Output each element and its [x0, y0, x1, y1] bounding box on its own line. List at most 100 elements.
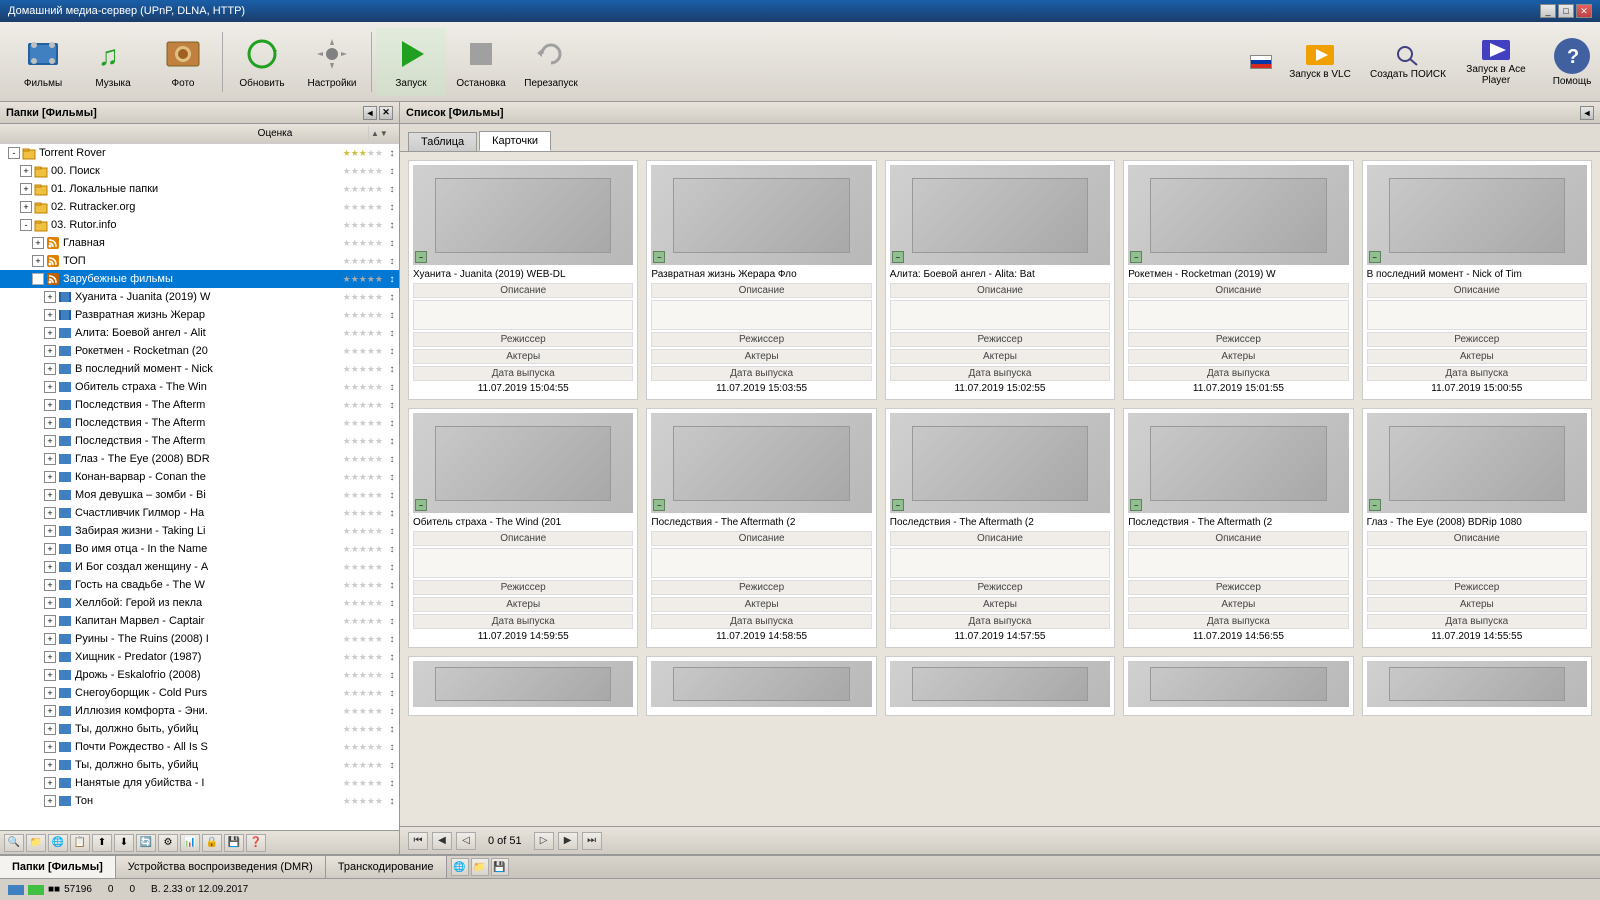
card-13-partial[interactable] — [885, 656, 1115, 716]
tree-item-hired[interactable]: + Нанятые для убийства - I ★★★★★ ↕ — [0, 774, 399, 792]
expand-eskalofrio[interactable]: + — [44, 669, 56, 681]
update-button[interactable]: Обновить — [227, 28, 297, 96]
tree-item-christmas[interactable]: + Почти Рождество - All Is S ★★★★★ ↕ — [0, 738, 399, 756]
create-search-button[interactable]: Создать ПОИСК — [1368, 43, 1448, 80]
toolbar-btn-7[interactable]: 🔄 — [136, 834, 156, 852]
expand-wind[interactable]: + — [44, 381, 56, 393]
expand-torrent-rover[interactable]: - — [8, 147, 20, 159]
bottom-icon-3[interactable]: 💾 — [491, 858, 509, 876]
tree-item-hellboy[interactable]: + Хеллбой: Герой из пекла ★★★★★ ↕ — [0, 594, 399, 612]
card-2[interactable]: − Развратная жизнь Жерара Фло Описание Р… — [646, 160, 876, 400]
page-prev-button[interactable]: ◀ — [432, 832, 452, 850]
toolbar-btn-8[interactable]: ⚙ — [158, 834, 178, 852]
tree-item-wedding[interactable]: + Гость на свадьбе - The W ★★★★★ ↕ — [0, 576, 399, 594]
expand-gilmore[interactable]: + — [44, 507, 56, 519]
toolbar-btn-4[interactable]: 📋 — [70, 834, 90, 852]
toolbar-btn-6[interactable]: ⬇ — [114, 834, 134, 852]
ace-player-button[interactable]: Запуск в Ace Player — [1456, 38, 1536, 86]
bottom-icon-2[interactable]: 📁 — [471, 858, 489, 876]
language-flag[interactable] — [1250, 55, 1272, 69]
toolbar-btn-1[interactable]: 🔍 — [4, 834, 24, 852]
card-6[interactable]: − Обитель страха - The Wind (201 Описани… — [408, 408, 638, 648]
page-next-button[interactable]: ▶ — [558, 832, 578, 850]
expand-lastmoment[interactable]: + — [44, 363, 56, 375]
expand-wedding[interactable]: + — [44, 579, 56, 591]
tree-item-aftermath1[interactable]: + Последствия - The Afterm ★★★★★ ↕ — [0, 396, 399, 414]
cards-container[interactable]: − Хуанита - Juanita (2019) WEB-DL Описан… — [400, 152, 1600, 826]
expand-eye[interactable]: + — [44, 453, 56, 465]
bottom-tab-folders[interactable]: Папки [Фильмы] — [0, 856, 116, 878]
tree-item-father[interactable]: + Во имя отца - In the Name ★★★★★ ↕ — [0, 540, 399, 558]
tree-item-top[interactable]: + ТОП ★★★★★ ↕ — [0, 252, 399, 270]
expand-foreign[interactable]: - — [32, 273, 44, 285]
expand-predator[interactable]: + — [44, 651, 56, 663]
tree-item-taking[interactable]: + Забирая жизни - Taking Li ★★★★★ ↕ — [0, 522, 399, 540]
expand-hired[interactable]: + — [44, 777, 56, 789]
tree-item-aftermath3[interactable]: + Последствия - The Afterm ★★★★★ ↕ — [0, 432, 399, 450]
tree-item-lastmoment[interactable]: + В последний момент - Nick ★★★★★ ↕ — [0, 360, 399, 378]
minimize-button[interactable]: _ — [1540, 4, 1556, 18]
expand-taking[interactable]: + — [44, 525, 56, 537]
tree-item-main[interactable]: + Главная ★★★★★ ↕ — [0, 234, 399, 252]
card-9[interactable]: − Последствия - The Aftermath (2 Описани… — [1123, 408, 1353, 648]
expand-depraved[interactable]: + — [44, 309, 56, 321]
toolbar-btn-3[interactable]: 🌐 — [48, 834, 68, 852]
sort-asc-icon[interactable]: ▲ — [371, 129, 379, 138]
music-button[interactable]: ♫ Музыка — [78, 28, 148, 96]
tree-item-god[interactable]: + И Бог создал женщину - A ★★★★★ ↕ — [0, 558, 399, 576]
tree-item-wind[interactable]: + Обитель страха - The Win ★★★★★ ↕ — [0, 378, 399, 396]
tree-item-torrent-rover[interactable]: - Torrent Rover ★★★★★ ↕ — [0, 144, 399, 162]
tree-item-comfort[interactable]: + Иллюзия комфорта - Эни. ★★★★★ ↕ — [0, 702, 399, 720]
tree-item-conan[interactable]: + Конан-варвар - Conan the ★★★★★ ↕ — [0, 468, 399, 486]
card-1[interactable]: − Хуанита - Juanita (2019) WEB-DL Описан… — [408, 160, 638, 400]
tree-container[interactable]: - Torrent Rover ★★★★★ ↕ + 00. Поиск ★★★★… — [0, 144, 399, 830]
tree-item-local[interactable]: + 01. Локальные папки ★★★★★ ↕ — [0, 180, 399, 198]
page-next-page-button[interactable]: ▷ — [534, 832, 554, 850]
card-4[interactable]: − Рокетмен - Rocketman (2019) W Описание… — [1123, 160, 1353, 400]
toolbar-btn-2[interactable]: 📁 — [26, 834, 46, 852]
tree-item-captain[interactable]: + Капитан Марвел - Captair ★★★★★ ↕ — [0, 612, 399, 630]
tree-item-ruins[interactable]: + Руины - The Ruins (2008) I ★★★★★ ↕ — [0, 630, 399, 648]
expand-aftermath1[interactable]: + — [44, 399, 56, 411]
vlc-button[interactable]: Запуск в VLC — [1280, 43, 1360, 80]
expand-conan[interactable]: + — [44, 471, 56, 483]
expand-aftermath2[interactable]: + — [44, 417, 56, 429]
tree-item-depraved[interactable]: + Развратная жизнь Жерар ★★★★★ ↕ — [0, 306, 399, 324]
photo-button[interactable]: Фото — [148, 28, 218, 96]
expand-search[interactable]: + — [20, 165, 32, 177]
page-prev-page-button[interactable]: ◁ — [456, 832, 476, 850]
tree-item-predator[interactable]: + Хищник - Predator (1987) ★★★★★ ↕ — [0, 648, 399, 666]
tree-item-rocketman[interactable]: + Рокетмен - Rocketman (20 ★★★★★ ↕ — [0, 342, 399, 360]
sort-desc-icon[interactable]: ▼ — [380, 129, 388, 138]
card-12-partial[interactable] — [646, 656, 876, 716]
tree-item-juanita[interactable]: + Хуанита - Juanita (2019) W ★★★★★ ↕ — [0, 288, 399, 306]
card-14-partial[interactable] — [1123, 656, 1353, 716]
card-3[interactable]: − Алита: Боевой ангел - Alita: Bat Описа… — [885, 160, 1115, 400]
tree-item-rutor[interactable]: - 03. Rutor.info ★★★★★ ↕ — [0, 216, 399, 234]
card-15-partial[interactable] — [1362, 656, 1592, 716]
expand-killer1[interactable]: + — [44, 723, 56, 735]
expand-aftermath3[interactable]: + — [44, 435, 56, 447]
tree-item-alita[interactable]: + Алита: Боевой ангел - Alit ★★★★★ ↕ — [0, 324, 399, 342]
tree-item-ton[interactable]: + Тон ★★★★★ ↕ — [0, 792, 399, 810]
tree-item-foreign[interactable]: - Зарубежные фильмы ★★★★★ ↕ — [0, 270, 399, 288]
expand-hellboy[interactable]: + — [44, 597, 56, 609]
card-10[interactable]: − Глаз - The Eye (2008) BDRip 1080 Описа… — [1362, 408, 1592, 648]
page-last-button[interactable]: ⏭ — [582, 832, 602, 850]
expand-alita[interactable]: + — [44, 327, 56, 339]
bottom-tab-devices[interactable]: Устройства воспроизведения (DMR) — [116, 856, 326, 878]
tree-item-eye[interactable]: + Глаз - The Eye (2008) BDR ★★★★★ ↕ — [0, 450, 399, 468]
expand-juanita[interactable]: + — [44, 291, 56, 303]
tree-item-killer1[interactable]: + Ты, должно быть, убийц ★★★★★ ↕ — [0, 720, 399, 738]
expand-ton[interactable]: + — [44, 795, 56, 807]
expand-ruins[interactable]: + — [44, 633, 56, 645]
tree-item-killer2[interactable]: + Ты, должно быть, убийц ★★★★★ ↕ — [0, 756, 399, 774]
tree-item-zombie[interactable]: + Моя девушка – зомби - Bi ★★★★★ ↕ — [0, 486, 399, 504]
settings-button[interactable]: Настройки — [297, 28, 367, 96]
maximize-button[interactable]: □ — [1558, 4, 1574, 18]
bottom-icon-1[interactable]: 🌐 — [451, 858, 469, 876]
expand-rutor[interactable]: - — [20, 219, 32, 231]
expand-captain[interactable]: + — [44, 615, 56, 627]
films-button[interactable]: Фильмы — [8, 28, 78, 96]
expand-father[interactable]: + — [44, 543, 56, 555]
